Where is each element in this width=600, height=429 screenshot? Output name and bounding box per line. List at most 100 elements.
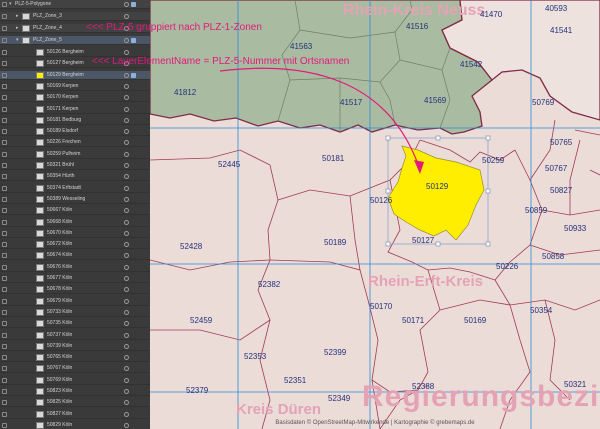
layer-item[interactable]: 50769 Köln bbox=[0, 376, 150, 385]
target-circle-icon[interactable] bbox=[124, 219, 129, 225]
selection-square-icon[interactable] bbox=[131, 38, 136, 43]
target-circle-icon[interactable] bbox=[124, 422, 129, 428]
layer-item[interactable]: 50678 Köln bbox=[0, 285, 150, 295]
visibility-icon[interactable] bbox=[2, 106, 7, 112]
layer-group-plz5-polygone[interactable]: ▾ PLZ-5-Polygone bbox=[0, 0, 150, 9]
visibility-icon[interactable] bbox=[2, 355, 7, 361]
target-circle-icon[interactable] bbox=[124, 140, 129, 146]
visibility-icon[interactable] bbox=[2, 95, 7, 101]
visibility-icon[interactable] bbox=[2, 332, 7, 338]
visibility-icon[interactable] bbox=[2, 2, 7, 7]
layer-item[interactable]: 50169 Kerpen bbox=[0, 82, 150, 91]
visibility-icon[interactable] bbox=[2, 309, 7, 315]
layer-item[interactable]: 50767 Köln bbox=[0, 364, 150, 374]
target-circle-icon[interactable] bbox=[124, 242, 129, 248]
target-circle-icon[interactable] bbox=[124, 151, 129, 157]
visibility-icon[interactable] bbox=[2, 61, 7, 67]
visibility-icon[interactable] bbox=[2, 400, 7, 406]
target-circle-icon[interactable] bbox=[124, 298, 129, 304]
layer-item[interactable]: 50765 Köln bbox=[0, 353, 150, 363]
visibility-icon[interactable] bbox=[2, 208, 7, 214]
target-circle-icon[interactable] bbox=[124, 411, 129, 417]
visibility-icon[interactable] bbox=[2, 38, 7, 43]
target-circle-icon[interactable] bbox=[124, 95, 129, 101]
layer-item[interactable]: 50189 Elsdorf bbox=[0, 127, 150, 137]
layer-item[interactable]: 50667 Köln bbox=[0, 206, 150, 216]
layer-item[interactable]: 50737 Köln bbox=[0, 331, 150, 340]
layer-group-zone-5[interactable]: ▾ PLZ_Zone_5 bbox=[0, 36, 150, 45]
visibility-icon[interactable] bbox=[2, 343, 7, 349]
layer-item[interactable]: 50374 Erftstadt bbox=[0, 184, 150, 193]
selection-square-icon[interactable] bbox=[131, 72, 136, 78]
target-circle-icon[interactable] bbox=[124, 174, 129, 180]
visibility-icon[interactable] bbox=[2, 321, 7, 327]
target-circle-icon[interactable] bbox=[124, 72, 129, 78]
expand-right-icon[interactable]: ▸ bbox=[16, 24, 19, 33]
layer-item[interactable]: 50668 Köln bbox=[0, 218, 150, 227]
target-circle-icon[interactable] bbox=[124, 366, 129, 372]
layer-item[interactable]: 50825 Köln bbox=[0, 398, 150, 408]
target-circle-icon[interactable] bbox=[124, 343, 129, 349]
layer-item[interactable]: 50171 Kerpen bbox=[0, 105, 150, 114]
layer-item[interactable]: 50829 Köln bbox=[0, 421, 150, 429]
target-circle-icon[interactable] bbox=[124, 332, 129, 338]
expand-right-icon[interactable]: ▸ bbox=[16, 12, 19, 21]
target-circle-icon[interactable] bbox=[124, 117, 129, 123]
target-circle-icon[interactable] bbox=[124, 14, 129, 19]
layer-item[interactable]: 50181 Bedburg bbox=[0, 116, 150, 125]
visibility-icon[interactable] bbox=[2, 196, 7, 202]
layer-item[interactable]: 50129 Bergheim bbox=[0, 70, 150, 80]
visibility-icon[interactable] bbox=[2, 411, 7, 417]
layer-item[interactable]: 50226 Frechen bbox=[0, 138, 150, 148]
visibility-icon[interactable] bbox=[2, 83, 7, 89]
layer-item[interactable]: 50389 Wesseling bbox=[0, 195, 150, 204]
visibility-icon[interactable] bbox=[2, 174, 7, 180]
target-circle-icon[interactable] bbox=[124, 106, 129, 112]
visibility-icon[interactable] bbox=[2, 389, 7, 394]
layer-item[interactable]: 50670 Köln bbox=[0, 229, 150, 238]
target-circle-icon[interactable] bbox=[124, 163, 129, 168]
target-circle-icon[interactable] bbox=[124, 321, 129, 327]
target-circle-icon[interactable] bbox=[124, 309, 129, 315]
target-circle-icon[interactable] bbox=[124, 230, 129, 236]
visibility-icon[interactable] bbox=[2, 230, 7, 236]
target-circle-icon[interactable] bbox=[124, 389, 129, 394]
visibility-icon[interactable] bbox=[2, 366, 7, 372]
target-circle-icon[interactable] bbox=[124, 276, 129, 281]
target-circle-icon[interactable] bbox=[124, 196, 129, 202]
target-circle-icon[interactable] bbox=[124, 38, 129, 43]
visibility-icon[interactable] bbox=[2, 50, 7, 55]
visibility-icon[interactable] bbox=[2, 26, 7, 31]
layer-item[interactable]: 50677 Köln bbox=[0, 274, 150, 283]
layer-item[interactable]: 50170 Kerpen bbox=[0, 93, 150, 103]
target-circle-icon[interactable] bbox=[124, 264, 129, 270]
target-circle-icon[interactable] bbox=[124, 355, 129, 361]
visibility-icon[interactable] bbox=[2, 422, 7, 428]
selection-square-icon[interactable] bbox=[131, 2, 136, 7]
visibility-icon[interactable] bbox=[2, 185, 7, 191]
expand-down-icon[interactable]: ▾ bbox=[9, 0, 12, 9]
layer-item[interactable]: 50679 Köln bbox=[0, 297, 150, 306]
visibility-icon[interactable] bbox=[2, 264, 7, 270]
layer-item[interactable]: 50735 Köln bbox=[0, 319, 150, 329]
visibility-icon[interactable] bbox=[2, 129, 7, 135]
visibility-icon[interactable] bbox=[2, 287, 7, 293]
target-circle-icon[interactable] bbox=[124, 185, 129, 191]
visibility-icon[interactable] bbox=[2, 151, 7, 157]
layer-item[interactable]: 50827 Köln bbox=[0, 410, 150, 419]
visibility-icon[interactable] bbox=[2, 219, 7, 225]
layer-item[interactable]: 50823 Köln bbox=[0, 387, 150, 396]
visibility-icon[interactable] bbox=[2, 140, 7, 146]
expand-down-icon[interactable]: ▾ bbox=[16, 36, 19, 45]
layer-item[interactable]: 50733 Köln bbox=[0, 308, 150, 317]
layer-item[interactable]: 50321 Brühl bbox=[0, 161, 150, 170]
target-circle-icon[interactable] bbox=[124, 287, 129, 293]
visibility-icon[interactable] bbox=[2, 253, 7, 259]
layer-item[interactable]: 50674 Köln bbox=[0, 251, 150, 261]
layer-item[interactable]: 50259 Pulheim bbox=[0, 150, 150, 159]
target-circle-icon[interactable] bbox=[124, 129, 129, 135]
target-circle-icon[interactable] bbox=[124, 2, 129, 7]
visibility-icon[interactable] bbox=[2, 72, 7, 78]
visibility-icon[interactable] bbox=[2, 163, 7, 168]
layer-item[interactable]: 50676 Köln bbox=[0, 263, 150, 272]
